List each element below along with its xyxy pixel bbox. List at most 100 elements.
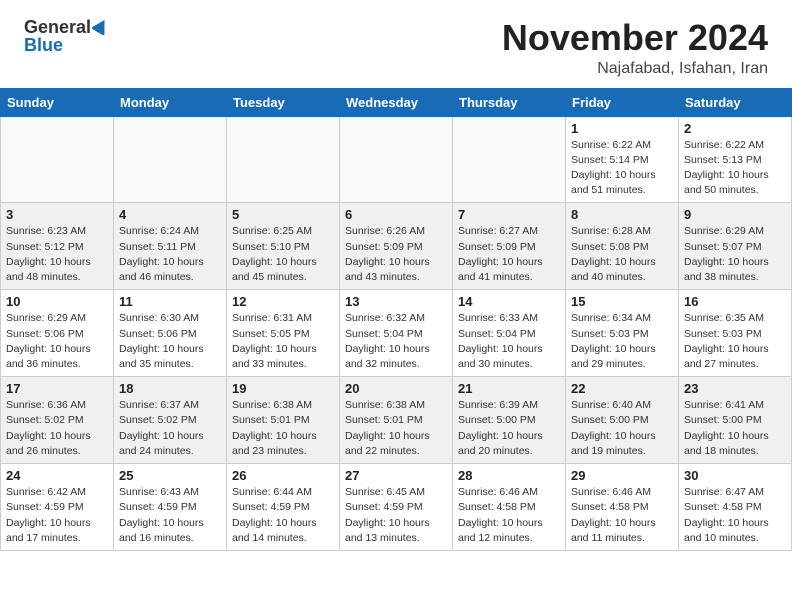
day-number: 4	[119, 207, 221, 222]
calendar-day-cell	[227, 116, 340, 203]
calendar-day-cell: 2 Sunrise: 6:22 AM Sunset: 5:13 PM Daylig…	[679, 116, 792, 203]
day-number: 1	[571, 121, 673, 136]
day-info: Sunrise: 6:42 AM Sunset: 4:59 PM Dayligh…	[6, 485, 108, 546]
day-info: Sunrise: 6:26 AM Sunset: 5:09 PM Dayligh…	[345, 224, 447, 285]
calendar-day-cell	[340, 116, 453, 203]
day-number: 16	[684, 294, 786, 309]
calendar-day-cell	[453, 116, 566, 203]
weekday-header-thursday: Thursday	[453, 88, 566, 116]
day-number: 30	[684, 468, 786, 483]
calendar-day-cell: 20 Sunrise: 6:38 AM Sunset: 5:01 PM Dayli…	[340, 377, 453, 464]
weekday-header-tuesday: Tuesday	[227, 88, 340, 116]
day-number: 25	[119, 468, 221, 483]
day-number: 18	[119, 381, 221, 396]
day-info: Sunrise: 6:29 AM Sunset: 5:06 PM Dayligh…	[6, 311, 108, 372]
day-number: 14	[458, 294, 560, 309]
day-info: Sunrise: 6:38 AM Sunset: 5:01 PM Dayligh…	[345, 398, 447, 459]
day-number: 11	[119, 294, 221, 309]
day-number: 21	[458, 381, 560, 396]
calendar-day-cell: 14 Sunrise: 6:33 AM Sunset: 5:04 PM Dayli…	[453, 290, 566, 377]
calendar-week-row: 17Sunrise: 6:36 AM Sunset: 5:02 PM Dayli…	[1, 377, 792, 464]
day-info: Sunrise: 6:45 AM Sunset: 4:59 PM Dayligh…	[345, 485, 447, 546]
calendar-day-cell: 1 Sunrise: 6:22 AM Sunset: 5:14 PM Daylig…	[566, 116, 679, 203]
title-block: November 2024 Najafabad, Isfahan, Iran	[502, 18, 768, 78]
calendar-header-row: SundayMondayTuesdayWednesdayThursdayFrid…	[1, 88, 792, 116]
calendar-day-cell: 7 Sunrise: 6:27 AM Sunset: 5:09 PM Daylig…	[453, 203, 566, 290]
day-info: Sunrise: 6:43 AM Sunset: 4:59 PM Dayligh…	[119, 485, 221, 546]
calendar-day-cell: 24 Sunrise: 6:42 AM Sunset: 4:59 PM Dayli…	[1, 464, 114, 551]
day-info: Sunrise: 6:28 AM Sunset: 5:08 PM Dayligh…	[571, 224, 673, 285]
day-info: Sunrise: 6:27 AM Sunset: 5:09 PM Dayligh…	[458, 224, 560, 285]
calendar-day-cell: 26 Sunrise: 6:44 AM Sunset: 4:59 PM Dayli…	[227, 464, 340, 551]
day-info: Sunrise: 6:35 AM Sunset: 5:03 PM Dayligh…	[684, 311, 786, 372]
logo-general-text: General	[24, 18, 91, 36]
weekday-header-monday: Monday	[114, 88, 227, 116]
calendar-day-cell: 22Sunrise: 6:40 AM Sunset: 5:00 PM Dayli…	[566, 377, 679, 464]
day-number: 19	[232, 381, 334, 396]
day-number: 9	[684, 207, 786, 222]
calendar-day-cell: 6 Sunrise: 6:26 AM Sunset: 5:09 PM Daylig…	[340, 203, 453, 290]
weekday-header-friday: Friday	[566, 88, 679, 116]
calendar-day-cell	[114, 116, 227, 203]
day-number: 17	[6, 381, 108, 396]
calendar-day-cell: 29 Sunrise: 6:46 AM Sunset: 4:58 PM Dayli…	[566, 464, 679, 551]
logo-blue-text: Blue	[24, 36, 63, 54]
day-number: 5	[232, 207, 334, 222]
weekday-header-wednesday: Wednesday	[340, 88, 453, 116]
day-number: 12	[232, 294, 334, 309]
calendar-week-row: 10 Sunrise: 6:29 AM Sunset: 5:06 PM Dayli…	[1, 290, 792, 377]
day-info: Sunrise: 6:38 AM Sunset: 5:01 PM Dayligh…	[232, 398, 334, 459]
day-number: 2	[684, 121, 786, 136]
calendar-day-cell: 30Sunrise: 6:47 AM Sunset: 4:58 PM Dayli…	[679, 464, 792, 551]
location-title: Najafabad, Isfahan, Iran	[502, 60, 768, 78]
day-info: Sunrise: 6:22 AM Sunset: 5:14 PM Dayligh…	[571, 138, 673, 199]
calendar-day-cell: 11 Sunrise: 6:30 AM Sunset: 5:06 PM Dayli…	[114, 290, 227, 377]
calendar-day-cell: 5 Sunrise: 6:25 AM Sunset: 5:10 PM Daylig…	[227, 203, 340, 290]
calendar-day-cell: 13 Sunrise: 6:32 AM Sunset: 5:04 PM Dayli…	[340, 290, 453, 377]
day-info: Sunrise: 6:46 AM Sunset: 4:58 PM Dayligh…	[458, 485, 560, 546]
calendar-day-cell: 3Sunrise: 6:23 AM Sunset: 5:12 PM Daylig…	[1, 203, 114, 290]
day-number: 7	[458, 207, 560, 222]
day-info: Sunrise: 6:39 AM Sunset: 5:00 PM Dayligh…	[458, 398, 560, 459]
day-number: 29	[571, 468, 673, 483]
day-info: Sunrise: 6:46 AM Sunset: 4:58 PM Dayligh…	[571, 485, 673, 546]
day-info: Sunrise: 6:24 AM Sunset: 5:11 PM Dayligh…	[119, 224, 221, 285]
day-number: 24	[6, 468, 108, 483]
day-number: 10	[6, 294, 108, 309]
day-number: 27	[345, 468, 447, 483]
calendar-day-cell: 28 Sunrise: 6:46 AM Sunset: 4:58 PM Dayli…	[453, 464, 566, 551]
day-number: 13	[345, 294, 447, 309]
calendar-day-cell: 15 Sunrise: 6:34 AM Sunset: 5:03 PM Dayli…	[566, 290, 679, 377]
day-number: 28	[458, 468, 560, 483]
day-info: Sunrise: 6:22 AM Sunset: 5:13 PM Dayligh…	[684, 138, 786, 199]
calendar-table: SundayMondayTuesdayWednesdayThursdayFrid…	[0, 88, 792, 551]
page-header: General Blue November 2024 Najafabad, Is…	[0, 0, 792, 88]
day-number: 8	[571, 207, 673, 222]
day-number: 20	[345, 381, 447, 396]
day-info: Sunrise: 6:40 AM Sunset: 5:00 PM Dayligh…	[571, 398, 673, 459]
calendar-day-cell: 16 Sunrise: 6:35 AM Sunset: 5:03 PM Dayli…	[679, 290, 792, 377]
day-info: Sunrise: 6:25 AM Sunset: 5:10 PM Dayligh…	[232, 224, 334, 285]
day-number: 15	[571, 294, 673, 309]
calendar-week-row: 3Sunrise: 6:23 AM Sunset: 5:12 PM Daylig…	[1, 203, 792, 290]
calendar-day-cell: 21 Sunrise: 6:39 AM Sunset: 5:00 PM Dayli…	[453, 377, 566, 464]
day-number: 6	[345, 207, 447, 222]
calendar-day-cell: 23Sunrise: 6:41 AM Sunset: 5:00 PM Dayli…	[679, 377, 792, 464]
calendar-week-row: 24 Sunrise: 6:42 AM Sunset: 4:59 PM Dayli…	[1, 464, 792, 551]
day-info: Sunrise: 6:34 AM Sunset: 5:03 PM Dayligh…	[571, 311, 673, 372]
weekday-header-sunday: Sunday	[1, 88, 114, 116]
logo-triangle-icon	[92, 17, 110, 35]
day-info: Sunrise: 6:37 AM Sunset: 5:02 PM Dayligh…	[119, 398, 221, 459]
weekday-header-saturday: Saturday	[679, 88, 792, 116]
day-number: 26	[232, 468, 334, 483]
month-title: November 2024	[502, 18, 768, 58]
calendar-day-cell: 8 Sunrise: 6:28 AM Sunset: 5:08 PM Daylig…	[566, 203, 679, 290]
day-info: Sunrise: 6:32 AM Sunset: 5:04 PM Dayligh…	[345, 311, 447, 372]
day-info: Sunrise: 6:29 AM Sunset: 5:07 PM Dayligh…	[684, 224, 786, 285]
day-info: Sunrise: 6:30 AM Sunset: 5:06 PM Dayligh…	[119, 311, 221, 372]
day-info: Sunrise: 6:33 AM Sunset: 5:04 PM Dayligh…	[458, 311, 560, 372]
calendar-day-cell: 19 Sunrise: 6:38 AM Sunset: 5:01 PM Dayli…	[227, 377, 340, 464]
day-info: Sunrise: 6:44 AM Sunset: 4:59 PM Dayligh…	[232, 485, 334, 546]
day-info: Sunrise: 6:41 AM Sunset: 5:00 PM Dayligh…	[684, 398, 786, 459]
day-info: Sunrise: 6:23 AM Sunset: 5:12 PM Dayligh…	[6, 224, 108, 285]
